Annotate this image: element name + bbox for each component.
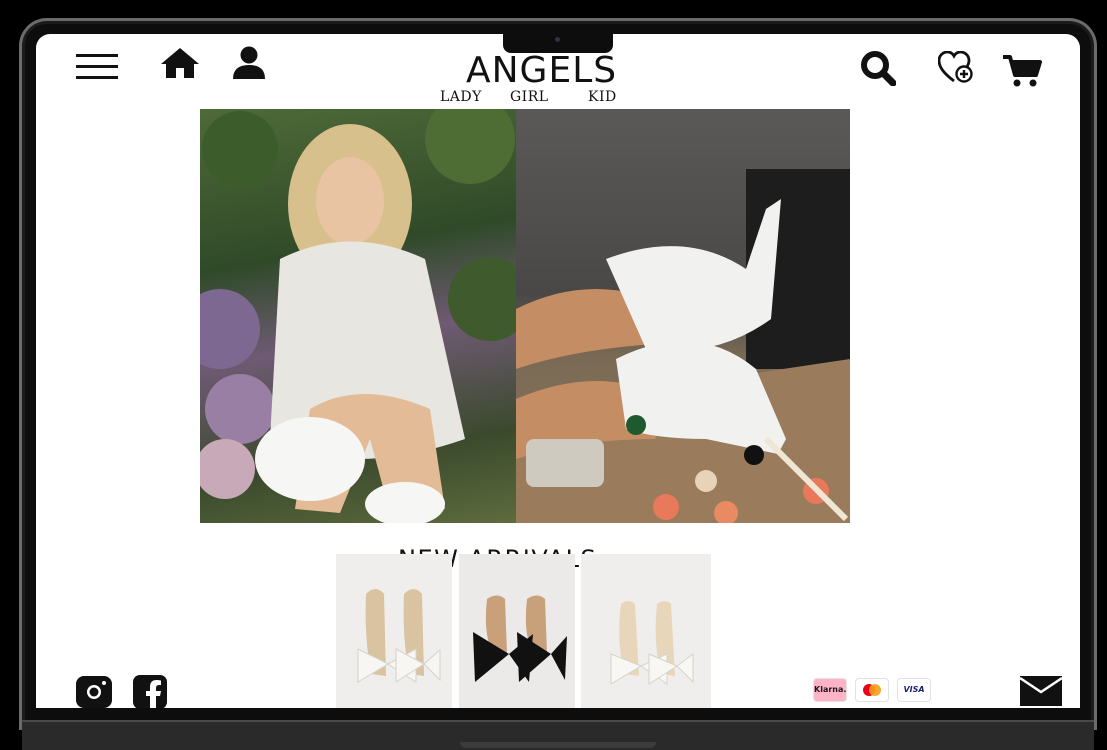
hero-image-model[interactable] [200,109,516,523]
klarna-badge: Klarna. [814,679,846,701]
brand-lady[interactable]: LADY [440,89,482,105]
brand-title: ANGELS [466,50,618,91]
user-icon[interactable] [232,46,266,80]
cart-icon[interactable] [1002,54,1042,88]
menu-icon[interactable] [76,54,118,80]
mastercard-badge [856,679,888,701]
home-icon[interactable] [160,47,200,79]
product-card[interactable] [459,554,575,708]
laptop-hinge [460,742,656,748]
camera-notch [503,34,613,53]
visa-badge: VISA [898,679,930,701]
brand-kid[interactable]: KID [588,89,617,105]
brand-girl[interactable]: GIRL [510,89,549,105]
instagram-icon[interactable] [76,676,112,708]
hero-image-feather-boots[interactable] [516,109,850,523]
wishlist-icon[interactable] [938,51,974,85]
product-card[interactable] [336,554,452,708]
brand-logo[interactable]: ANGELS LADY GIRL KID [436,52,626,107]
product-card[interactable] [581,554,711,708]
mail-icon[interactable] [1020,676,1062,706]
camera-dot [555,37,560,42]
website-screen: ANGELS LADY GIRL KID Klarna. VISA [36,34,1080,708]
hero-banner[interactable] [200,109,850,523]
search-icon[interactable] [860,50,896,86]
facebook-icon[interactable] [133,675,167,708]
